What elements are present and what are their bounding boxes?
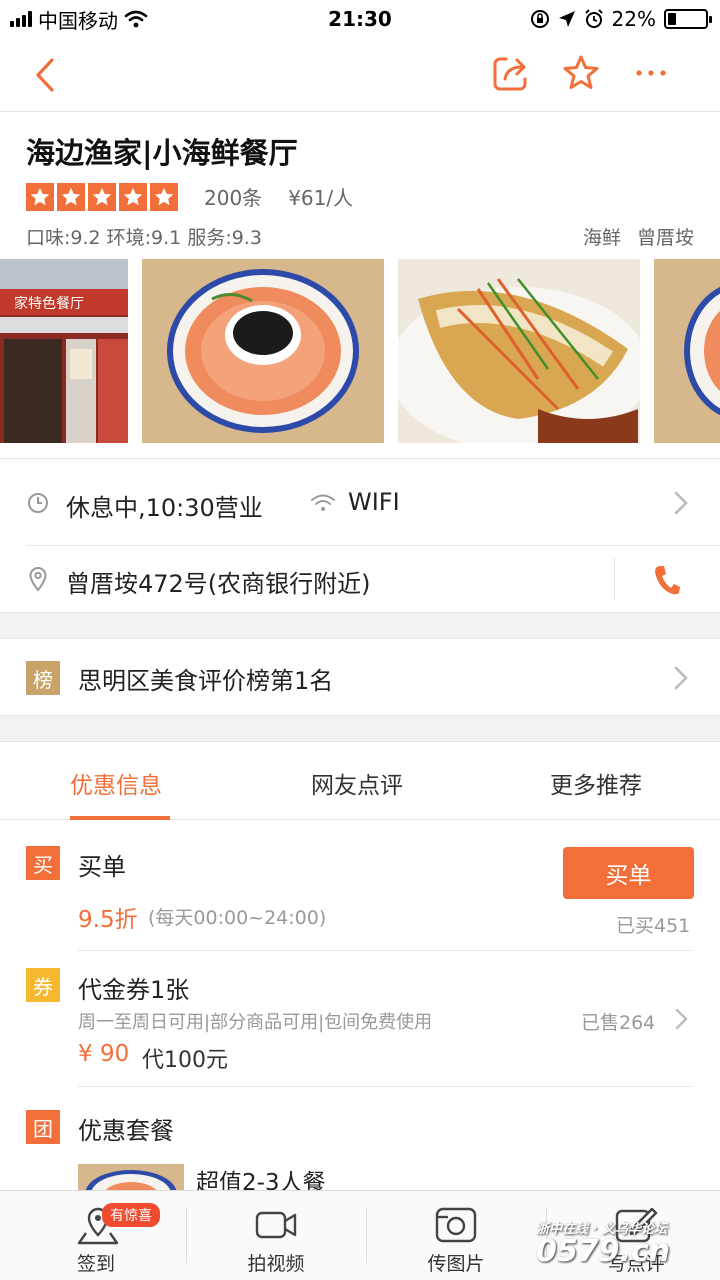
hours-text: 休息中,10:30营业 xyxy=(66,494,263,522)
phone-icon[interactable] xyxy=(653,564,681,596)
alarm-icon xyxy=(584,9,603,28)
location-arrow-icon xyxy=(558,11,575,27)
photo-strip[interactable]: 家特色餐厅 xyxy=(0,259,720,443)
chevron-right-icon xyxy=(674,491,688,515)
buy-time-range: (每天00:00~24:00) xyxy=(148,907,327,929)
favorite-star-icon[interactable] xyxy=(562,54,600,92)
voucher-icon: 券 xyxy=(26,968,60,1002)
rating-star-icon xyxy=(26,182,54,211)
watermark: 浙中在线 · 义乌华论坛 0579.cn xyxy=(536,1218,670,1267)
dish-photo-partial[interactable] xyxy=(654,259,720,443)
checkin-label: 签到 xyxy=(76,1253,115,1275)
avg-price: ¥61/人 xyxy=(288,186,354,210)
tag-area[interactable]: 曾厝垵 xyxy=(637,223,694,250)
surprise-badge: 有惊喜 xyxy=(102,1203,160,1227)
package-icon: 团 xyxy=(26,1110,60,1144)
back-icon[interactable] xyxy=(28,56,62,94)
rating-star-icon xyxy=(119,182,147,211)
buy-icon: 买 xyxy=(26,846,60,880)
scores-row: 口味:9.2 环境:9.1 服务:9.3 海鲜 曾厝垵 xyxy=(26,223,694,250)
hours-row[interactable]: 休息中,10:30营业 WIFI xyxy=(0,462,720,544)
fish-dish-photo[interactable] xyxy=(398,259,640,443)
shrimp-dish-photo[interactable] xyxy=(142,259,384,443)
status-bar: 中国移动 21:30 22% xyxy=(0,0,720,38)
video-camera-icon xyxy=(255,1211,297,1239)
camera-icon xyxy=(435,1207,477,1243)
tab-reviews[interactable]: 网友点评 xyxy=(311,766,403,800)
chevron-right-icon xyxy=(675,1008,688,1030)
shop-title: 海边渔家|小海鲜餐厅 xyxy=(26,136,298,170)
location-pin-icon xyxy=(29,566,47,592)
shop-header: 海边渔家|小海鲜餐厅 200条 ¥61/人 口味:9.2 环境:9.1 服务:9… xyxy=(0,112,720,258)
buy-discount: 9.5折 xyxy=(78,907,138,933)
package-title: 优惠套餐 xyxy=(78,1117,174,1145)
tabs: 优惠信息 网友点评 更多推荐 xyxy=(0,742,720,820)
nav-bar xyxy=(0,38,720,112)
rating-row: 200条 ¥61/人 xyxy=(26,182,694,211)
clock-icon xyxy=(28,493,48,513)
upload-photo-label: 传图片 xyxy=(427,1253,485,1275)
storefront-sign: 家特色餐厅 xyxy=(14,295,84,312)
tag-cuisine[interactable]: 海鲜 xyxy=(583,223,621,250)
rating-stars xyxy=(26,182,178,211)
watermark-line2: 0579.cn xyxy=(536,1234,671,1269)
review-count[interactable]: 200条 xyxy=(204,182,262,211)
ranking-row[interactable]: 榜 思明区美食评价榜第1名 xyxy=(0,639,720,715)
address-text: 曾厝垵472号(农商银行附近) xyxy=(66,570,371,598)
scores-text: 口味:9.2 环境:9.1 服务:9.3 xyxy=(26,227,262,249)
buy-title: 买单 xyxy=(78,853,126,881)
rating-star-icon xyxy=(57,182,85,211)
ranking-text: 思明区美食评价榜第1名 xyxy=(78,667,334,695)
upload-photo-button[interactable]: 传图片 xyxy=(366,1191,546,1280)
share-icon[interactable] xyxy=(492,55,530,93)
battery-icon xyxy=(664,9,712,29)
tab-recommendations[interactable]: 更多推荐 xyxy=(550,766,642,800)
rating-star-icon xyxy=(150,182,178,211)
chevron-right-icon xyxy=(674,666,688,690)
storefront-photo[interactable]: 家特色餐厅 xyxy=(0,259,128,443)
battery-percent: 22% xyxy=(611,7,656,31)
more-icon[interactable] xyxy=(632,54,670,92)
voucher-price: ¥ 90 xyxy=(78,1041,130,1067)
wifi-small-icon xyxy=(311,494,335,511)
buy-button[interactable]: 买单 xyxy=(563,847,694,899)
voucher-title: 代金券1张 xyxy=(78,976,190,1004)
voucher-desc: 周一至周日可用|部分商品可用|包间免费使用 xyxy=(78,1012,433,1033)
address-row[interactable]: 曾厝垵472号(农商银行附近) xyxy=(0,546,720,612)
rating-star-icon xyxy=(88,182,116,211)
wifi-label: WIFI xyxy=(348,488,400,516)
buy-count: 已买451 xyxy=(616,915,691,937)
rotation-lock-icon xyxy=(530,10,549,28)
tab-indicator xyxy=(70,816,170,820)
voucher-sold: 已售264 xyxy=(581,1012,656,1034)
voucher-value: 代100元 xyxy=(142,1048,228,1073)
ranking-badge: 榜 xyxy=(26,661,60,695)
record-video-label: 拍视频 xyxy=(247,1253,305,1275)
checkin-button[interactable]: 有惊喜 签到 xyxy=(6,1191,186,1280)
package-thumbnail[interactable] xyxy=(78,1164,184,1190)
tab-deals[interactable]: 优惠信息 xyxy=(70,766,162,800)
record-video-button[interactable]: 拍视频 xyxy=(186,1191,366,1280)
